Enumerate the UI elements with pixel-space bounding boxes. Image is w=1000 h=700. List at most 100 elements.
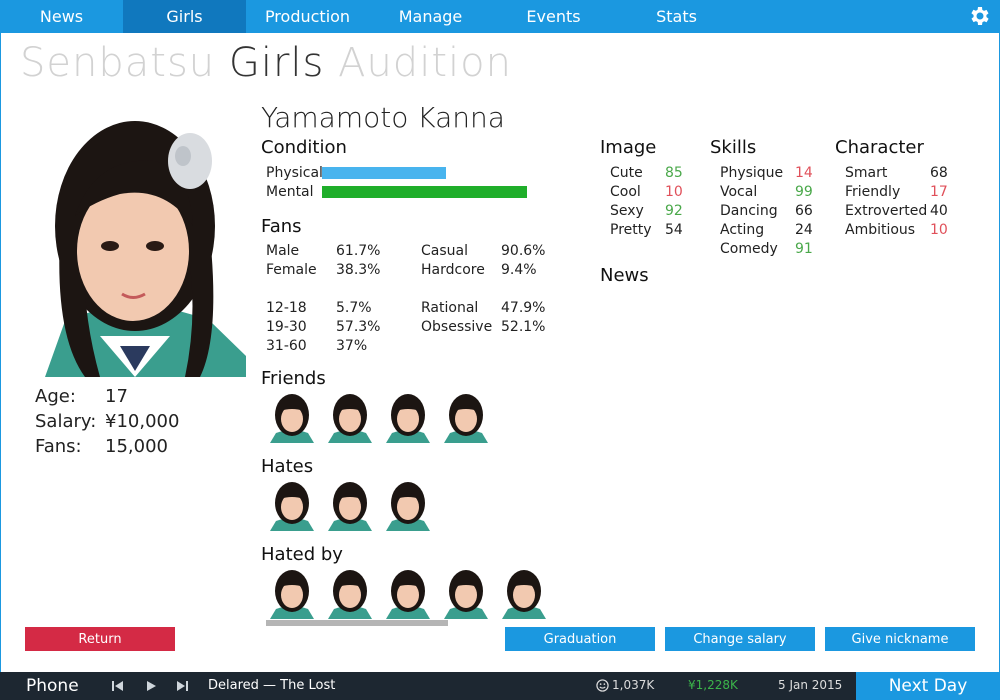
stat-row: Cute 85 [610, 163, 683, 182]
friend-portrait[interactable] [382, 391, 434, 443]
tab-manage[interactable]: Manage [369, 0, 492, 33]
stat-label: Vocal [720, 183, 758, 200]
friend-portrait[interactable] [324, 391, 376, 443]
bottom-bar: Phone Delared — The Lost 1,037K ¥1,228K … [0, 672, 1000, 700]
skills-heading: Skills [710, 137, 757, 158]
stat-row: Comedy 91 [720, 239, 813, 258]
hated-portrait[interactable] [324, 479, 376, 531]
fans-male-label: Male [266, 243, 300, 259]
stat-value: 40 [930, 202, 948, 219]
hated-by-portrait[interactable] [324, 567, 376, 619]
stat-row: Acting 24 [720, 220, 813, 239]
graduation-button[interactable]: Graduation [505, 627, 655, 651]
idol-portrait [25, 106, 246, 377]
age-label: Age: [35, 386, 76, 407]
fans-casual-label: Casual [421, 243, 468, 259]
stat-value: 24 [795, 221, 813, 238]
age-row: Age: 17 [35, 384, 179, 409]
stat-label: Dancing [720, 202, 778, 219]
stat-value: 91 [795, 240, 813, 257]
stat-label: Ambitious [845, 221, 916, 238]
next-track-icon[interactable] [175, 679, 189, 693]
idol-name: Yamamoto Kanna [261, 101, 505, 134]
stat-value: 85 [665, 164, 683, 181]
fans-rational-value: 47.9% [501, 300, 546, 316]
fans-female-label: Female [266, 262, 317, 278]
fans-age3-label: 31-60 [266, 338, 307, 354]
friends-heading: Friends [261, 368, 326, 389]
hated-by-scrollbar[interactable] [266, 620, 448, 626]
stat-label: Comedy [720, 240, 778, 257]
fans-hardcore-label: Hardcore [421, 262, 485, 278]
fans-row: Fans: 15,000 [35, 434, 179, 459]
friend-portrait[interactable] [440, 391, 492, 443]
smiley-icon [596, 678, 609, 692]
tab-events[interactable]: Events [492, 0, 615, 33]
stat-value: 92 [665, 202, 683, 219]
friend-portrait[interactable] [266, 391, 318, 443]
phone-button[interactable]: Phone [26, 676, 79, 696]
fans-hardcore-value: 9.4% [501, 262, 537, 278]
fans-value: 15,000 [105, 436, 168, 457]
skills-stats: Physique 14 Vocal 99 Dancing 66 Acting 24 Co… [720, 163, 813, 258]
change-salary-button[interactable]: Change salary [665, 627, 815, 651]
stat-row: Extroverted 40 [845, 201, 948, 220]
fans-rational-label: Rational [421, 300, 479, 316]
news-heading: News [600, 265, 649, 286]
fans-age1-label: 12-18 [266, 300, 307, 316]
hated-portrait[interactable] [266, 479, 318, 531]
stat-value: 68 [930, 164, 948, 181]
fans-table: Male 61.7% Casual 90.6% Female 38.3% Har… [266, 243, 566, 363]
fans-heading: Fans [261, 216, 302, 237]
hates-list [266, 479, 434, 531]
salary-row: Salary: ¥10,000 [35, 409, 179, 434]
stat-row: Friendly 17 [845, 182, 948, 201]
stat-label: Physique [720, 164, 784, 181]
fans-age3-value: 37% [336, 338, 368, 354]
gear-icon[interactable] [968, 4, 992, 28]
stat-value: 66 [795, 202, 813, 219]
stat-label: Friendly [845, 183, 901, 200]
hated-by-portrait[interactable] [440, 567, 492, 619]
play-icon[interactable] [144, 679, 158, 693]
hated-portrait[interactable] [382, 479, 434, 531]
stat-label: Smart [845, 164, 888, 181]
fans-label: Fans: [35, 436, 82, 457]
page-title: Senbatsu Girls Audition [20, 40, 512, 86]
next-day-button[interactable]: Next Day [856, 672, 1000, 700]
total-fans-value: 1,037K [612, 678, 655, 692]
fans-male-value: 61.7% [336, 243, 381, 259]
fans-age2-label: 19-30 [266, 319, 307, 335]
tab-stats[interactable]: Stats [615, 0, 738, 33]
hated-by-portrait[interactable] [498, 567, 550, 619]
physical-label: Physical [266, 164, 323, 181]
stat-row: Sexy 92 [610, 201, 683, 220]
hated-by-portrait[interactable] [382, 567, 434, 619]
stat-row: Dancing 66 [720, 201, 813, 220]
stat-row: Pretty 54 [610, 220, 683, 239]
stat-row: Smart 68 [845, 163, 948, 182]
condition-heading: Condition [261, 137, 347, 158]
stat-value: 10 [665, 183, 683, 200]
tab-production[interactable]: Production [246, 0, 369, 33]
return-button[interactable]: Return [25, 627, 175, 651]
previous-track-icon[interactable] [111, 679, 125, 693]
stat-label: Acting [720, 221, 765, 238]
salary-value: ¥10,000 [105, 411, 180, 432]
hated-by-list [266, 567, 550, 619]
tab-news[interactable]: News [0, 0, 123, 33]
give-nickname-button[interactable]: Give nickname [825, 627, 975, 651]
tab-girls[interactable]: Girls [123, 0, 246, 33]
stat-label: Pretty [610, 221, 652, 238]
friends-list [266, 391, 492, 443]
stat-value: 14 [795, 164, 813, 181]
hated-by-portrait[interactable] [266, 567, 318, 619]
fans-age1-value: 5.7% [336, 300, 372, 316]
stat-row: Vocal 99 [720, 182, 813, 201]
stat-value: 99 [795, 183, 813, 200]
fans-obsessive-value: 52.1% [501, 319, 546, 335]
hated-by-heading: Hated by [261, 544, 343, 565]
top-nav: News Girls Production Manage Events Stat… [0, 0, 1000, 33]
stat-row: Physique 14 [720, 163, 813, 182]
fans-age2-value: 57.3% [336, 319, 381, 335]
